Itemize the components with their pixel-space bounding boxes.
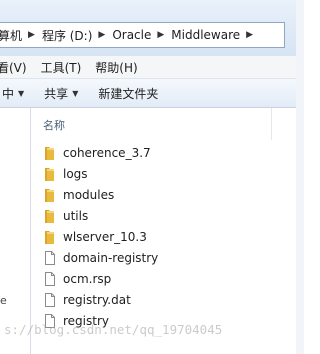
- caret-down-icon: ▼: [18, 88, 25, 98]
- breadcrumb-oracle[interactable]: Oracle: [108, 28, 153, 42]
- file-icon: [45, 250, 55, 265]
- file-name: ocm.rsp: [63, 271, 112, 286]
- breadcrumb-middleware[interactable]: Middleware: [167, 28, 242, 42]
- breadcrumb-computer[interactable]: 算机: [0, 27, 24, 44]
- scrollbar-track[interactable]: [296, 0, 304, 354]
- list-item[interactable]: ocm.rsp: [31, 268, 304, 289]
- caret-down-icon: ▼: [72, 88, 79, 98]
- folder-icon: [45, 167, 54, 181]
- folder-icon: [45, 146, 54, 160]
- nav-item-fragment[interactable]: e: [0, 294, 7, 307]
- menu-tools[interactable]: 工具(T): [34, 59, 89, 76]
- list-item[interactable]: registry.dat: [31, 289, 304, 310]
- folder-name: coherence_3.7: [63, 145, 151, 160]
- navigation-pane[interactable]: e: [0, 108, 31, 354]
- include-in-library-button[interactable]: 中 ▼: [0, 85, 34, 102]
- list-item[interactable]: coherence_3.7: [31, 142, 304, 163]
- menu-help[interactable]: 帮助(H): [88, 59, 144, 76]
- chevron-right-icon[interactable]: ▶: [242, 30, 256, 40]
- share-button[interactable]: 共享 ▼: [34, 85, 88, 102]
- folder-name: logs: [63, 166, 88, 181]
- folder-name: wlserver_10.3: [63, 229, 147, 244]
- command-bar: 中 ▼ 共享 ▼ 新建文件夹: [0, 79, 304, 108]
- new-folder-button[interactable]: 新建文件夹: [88, 85, 168, 102]
- chevron-right-icon[interactable]: ▶: [153, 30, 167, 40]
- file-icon: [45, 271, 55, 286]
- list-item[interactable]: registry: [31, 310, 304, 331]
- file-icon: [45, 292, 55, 307]
- address-bar[interactable]: 算机 ▶ 程序 (D:) ▶ Oracle ▶ Middleware ▶: [0, 22, 285, 48]
- chevron-right-icon[interactable]: ▶: [94, 30, 108, 40]
- address-area: 算机 ▶ 程序 (D:) ▶ Oracle ▶ Middleware ▶: [0, 0, 304, 60]
- file-name: registry.dat: [63, 292, 131, 307]
- column-divider[interactable]: [271, 108, 272, 140]
- folder-icon: [45, 209, 54, 223]
- share-label: 共享: [44, 86, 69, 101]
- folder-icon: [45, 230, 54, 244]
- column-name-header[interactable]: 名称: [43, 117, 65, 133]
- list-item[interactable]: modules: [31, 184, 304, 205]
- menu-view[interactable]: 看(V): [0, 59, 34, 76]
- folder-icon: [45, 188, 54, 202]
- file-name: registry: [63, 313, 109, 328]
- folder-name: modules: [63, 187, 115, 202]
- file-name: domain-registry: [63, 250, 159, 265]
- breadcrumb-drive-d[interactable]: 程序 (D:): [38, 27, 94, 44]
- list-item[interactable]: logs: [31, 163, 304, 184]
- file-list: 名称 coherence_3.7logs modules utils wlserver…: [31, 108, 304, 354]
- new-folder-label: 新建文件夹: [98, 86, 159, 101]
- folder-name: utils: [63, 208, 89, 223]
- list-item[interactable]: utils: [31, 205, 304, 226]
- include-label: 中: [2, 86, 15, 101]
- menu-bar: 看(V) 工具(T) 帮助(H): [0, 56, 304, 79]
- column-header: 名称: [31, 108, 304, 140]
- file-rows: coherence_3.7logs modules utils wlserver_10…: [31, 142, 304, 331]
- list-item[interactable]: wlserver_10.3: [31, 226, 304, 247]
- file-icon: [45, 313, 55, 328]
- chevron-right-icon[interactable]: ▶: [24, 30, 38, 40]
- list-item[interactable]: domain-registry: [31, 247, 304, 268]
